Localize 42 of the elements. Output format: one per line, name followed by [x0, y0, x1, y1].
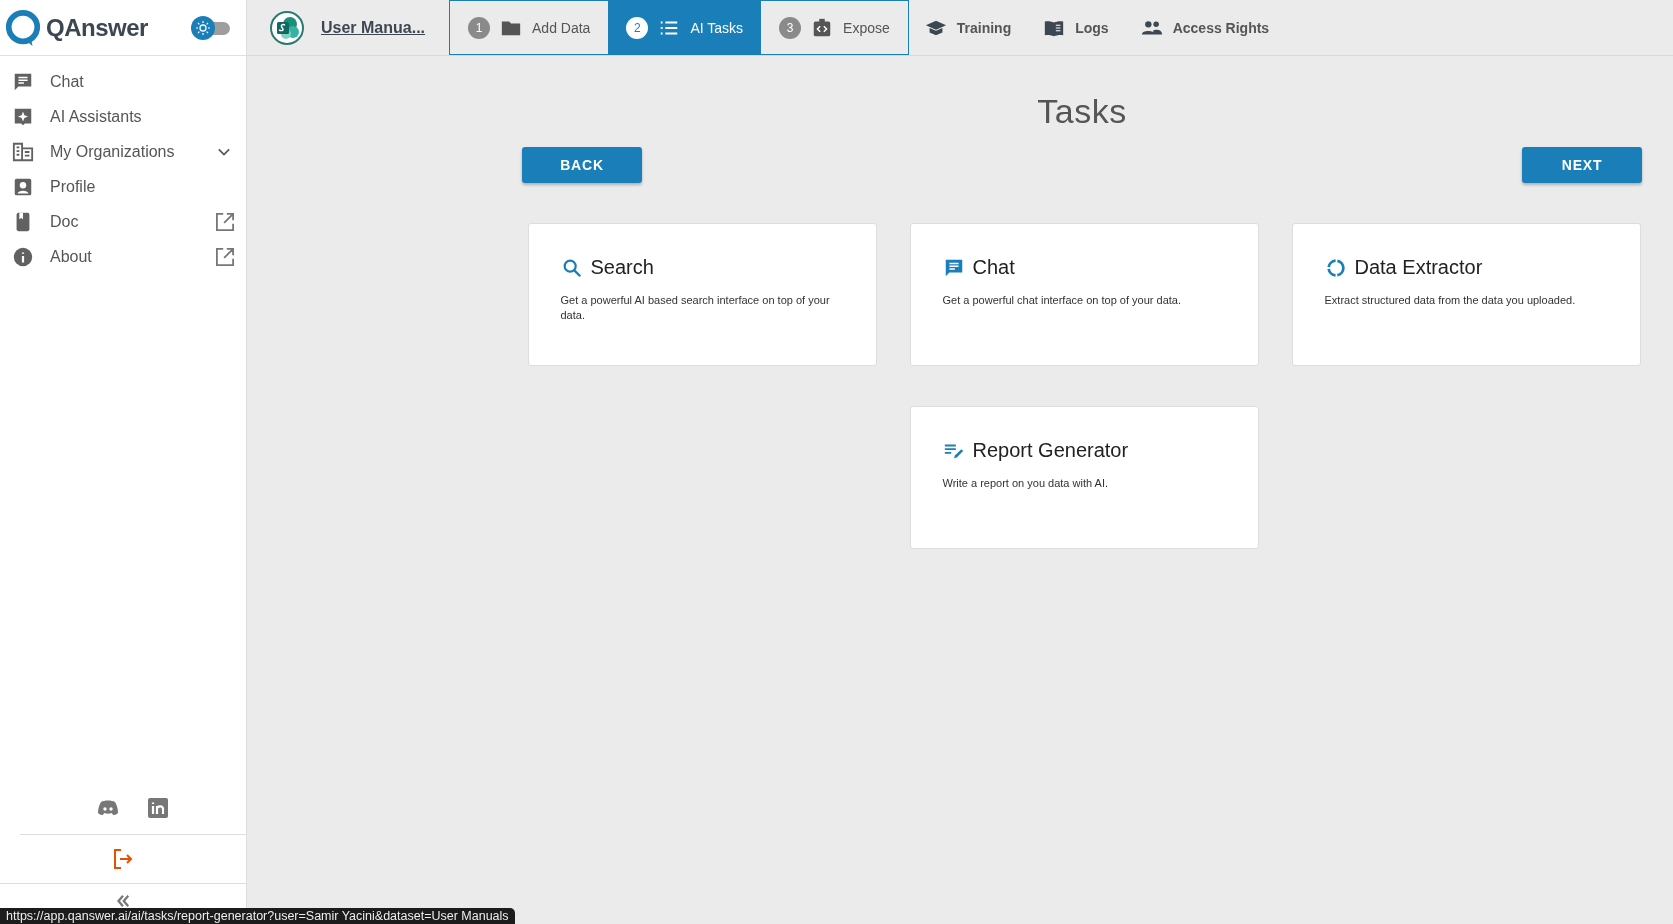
link-url-tooltip: https://app.qanswer.ai/ai/tasks/report-generator?user=Samir Yacini&dataset=User Manuals	[0, 908, 515, 924]
card-description: Extract structured data from the data you uploaded.	[1324, 293, 1577, 308]
next-button[interactable]: NEXT	[1522, 147, 1642, 183]
nav-link[interactable]: Logs	[1027, 0, 1125, 55]
card-title: Search	[590, 256, 654, 279]
step-tab[interactable]: 3 Expose	[761, 1, 908, 54]
task-card[interactable]: Search Get a powerful AI based search interface on top of your data.	[527, 223, 877, 366]
card-description: Get a powerful AI based search interface on top of your data.	[560, 293, 831, 323]
sidebar-item[interactable]: My Organizations	[0, 134, 246, 169]
sidebar-item[interactable]: AI Assistants	[0, 99, 246, 134]
brand-name: QAnswer	[46, 13, 149, 42]
task-card[interactable]: Data Extractor Extract structured data from the data you uploaded.	[1291, 223, 1641, 366]
sidebar-item[interactable]: Doc	[0, 204, 246, 239]
step-tab[interactable]: 2 AI Tasks	[608, 1, 762, 54]
step-number: 1	[468, 16, 491, 39]
logo-icon	[4, 8, 42, 47]
logout-icon[interactable]	[111, 847, 135, 871]
nav-link[interactable]: Training	[908, 0, 1028, 55]
nav-link[interactable]: Access Rights	[1124, 0, 1286, 55]
ring-icon	[1324, 256, 1347, 279]
card-title: Data Extractor	[1354, 256, 1483, 279]
theme-toggle[interactable]	[190, 14, 232, 41]
task-card[interactable]: Report Generator Write a report on you data with AI.	[909, 406, 1259, 549]
card-title: Report Generator	[972, 439, 1129, 462]
step-number: 2	[626, 16, 649, 39]
info-icon	[12, 245, 34, 268]
task-card[interactable]: Chat Get a powerful chat interface on top of your data.	[909, 223, 1259, 366]
dataset-name[interactable]: User Manua...	[321, 18, 426, 37]
linkedin-icon[interactable]	[146, 796, 170, 820]
dataset-icon	[269, 9, 305, 46]
step-tab[interactable]: 1 Add Data	[450, 1, 609, 54]
card-description: Write a report on you data with AI.	[942, 476, 1109, 491]
card-description: Get a powerful chat interface on top of your data.	[942, 293, 1182, 308]
step-number: 3	[779, 16, 802, 39]
sidebar-item[interactable]: About	[0, 239, 246, 274]
card-title: Chat	[972, 256, 1015, 279]
organization-icon	[12, 140, 34, 163]
page-title: Tasks	[1036, 92, 1128, 131]
sidebar-item[interactable]: Chat	[0, 64, 246, 99]
back-button[interactable]: BACK	[522, 147, 642, 183]
sidebar-item[interactable]: Profile	[0, 169, 246, 204]
collapse-icon[interactable]	[114, 892, 132, 910]
